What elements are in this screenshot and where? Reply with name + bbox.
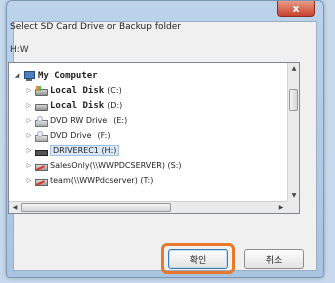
drive-letter: (C:) xyxy=(107,86,122,95)
horizontal-scrollbar[interactable]: ◀ ▶ xyxy=(9,201,287,213)
tree-item-label: Local Disk xyxy=(50,85,105,96)
tree-item-team-t[interactable]: ▷ team(\\WWPdcserver) (T:) xyxy=(25,174,153,187)
expand-arrow-icon[interactable]: ▷ xyxy=(25,147,33,154)
collapse-arrow-icon[interactable]: ◢ xyxy=(13,72,21,79)
tree-item-label: DVD Drive xyxy=(50,131,92,140)
close-icon: x xyxy=(292,2,300,15)
tree-item-driverec1-h[interactable]: ▷ DRIVEREC1 (H:) xyxy=(25,144,120,157)
expand-arrow-icon[interactable]: ▷ xyxy=(25,132,33,139)
expand-arrow-icon[interactable]: ▷ xyxy=(25,177,33,184)
usb-drive-icon xyxy=(35,146,48,156)
prompt-text: Select SD Card Drive or Backup folder xyxy=(10,22,181,32)
scrollbar-corner xyxy=(287,201,299,213)
horizontal-scroll-thumb[interactable] xyxy=(21,203,171,212)
tree-item-label: Local Disk xyxy=(50,100,105,111)
network-drive-icon xyxy=(35,176,48,186)
tree-item-dvd-drive-f[interactable]: ▷ DVD Drive (F:) xyxy=(25,129,110,142)
drive-letter: (E:) xyxy=(113,116,128,125)
tree-item-label: team(\\WWPdcserver) (T:) xyxy=(50,176,154,185)
local-disk-icon xyxy=(35,101,48,111)
tree-item-local-disk-c[interactable]: ▷ Local Disk (C:) xyxy=(25,84,122,97)
expand-arrow-icon[interactable]: ▷ xyxy=(25,102,33,109)
scroll-down-icon[interactable]: ▼ xyxy=(288,192,299,199)
tree-item-label: DRIVEREC1 (H:) xyxy=(50,145,120,156)
tree-item-dvd-rw-drive-e[interactable]: ▷ DVD RW Drive (E:) xyxy=(25,114,127,127)
tree-item-label: My Computer xyxy=(38,70,98,81)
scroll-left-icon[interactable]: ◀ xyxy=(9,204,21,211)
vertical-scroll-thumb[interactable] xyxy=(289,89,298,111)
network-drive-icon xyxy=(35,161,48,171)
ok-button-highlight xyxy=(161,243,235,274)
tree-item-label: SalesOnly(\\WWPDCSERVER) (S:) xyxy=(50,161,182,170)
title-bar[interactable]: x xyxy=(7,1,323,19)
dvd-drive-icon xyxy=(35,130,48,142)
scroll-right-icon[interactable]: ▶ xyxy=(275,204,287,211)
local-disk-icon xyxy=(35,85,48,96)
expand-arrow-icon[interactable]: ▷ xyxy=(25,117,33,124)
current-path: H:W xyxy=(10,45,29,55)
computer-icon xyxy=(23,70,35,81)
tree-item-salesonly-s[interactable]: ▷ SalesOnly(\\WWPDCSERVER) (S:) xyxy=(25,159,182,172)
tree-list: ◢ My Computer ▷ Local Disk (C:) ▷ Local … xyxy=(9,63,287,201)
dvd-drive-icon xyxy=(35,115,48,127)
expand-arrow-icon[interactable]: ▷ xyxy=(25,87,33,94)
drive-letter: (F:) xyxy=(97,131,111,140)
tree-item-my-computer[interactable]: ◢ My Computer xyxy=(13,69,98,82)
tree-item-local-disk-d[interactable]: ▷ Local Disk (D:) xyxy=(25,99,122,112)
drive-letter: (D:) xyxy=(107,101,123,110)
tree-item-label: DVD RW Drive xyxy=(50,116,108,125)
scroll-up-icon[interactable]: ▲ xyxy=(288,65,299,72)
vertical-scrollbar[interactable]: ▲ ▼ xyxy=(287,63,299,201)
close-button[interactable]: x xyxy=(277,1,315,17)
folder-tree[interactable]: ◢ My Computer ▷ Local Disk (C:) ▷ Local … xyxy=(8,62,300,214)
expand-arrow-icon[interactable]: ▷ xyxy=(25,162,33,169)
cancel-button[interactable]: 취소 xyxy=(244,249,304,269)
